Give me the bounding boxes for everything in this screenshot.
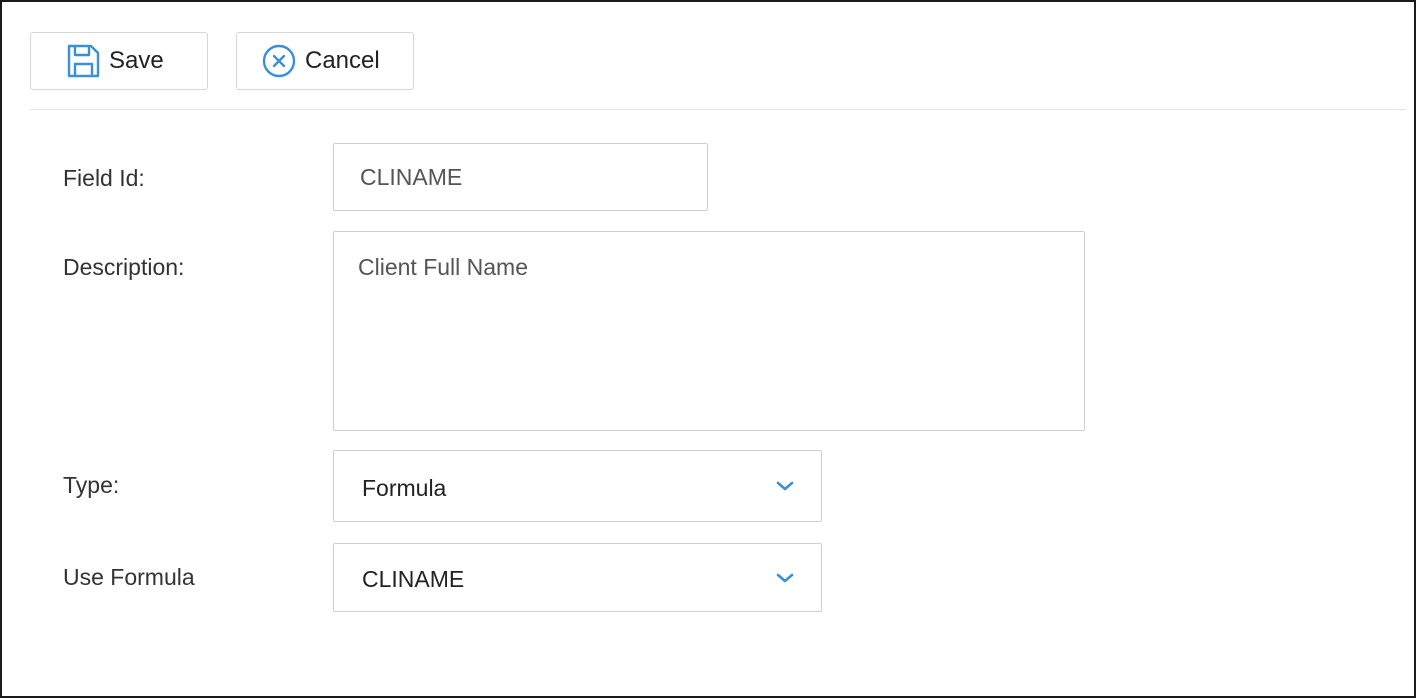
use-formula-select-value: CLINAME [362,566,465,592]
save-button[interactable]: Save [30,32,208,90]
use-formula-select[interactable]: CLINAME [333,543,822,612]
type-select-value: Formula [362,475,447,501]
toolbar: Save Cancel [30,32,414,94]
type-select[interactable]: Formula [333,450,822,522]
toolbar-divider [30,109,1406,110]
save-button-label: Save [109,47,164,74]
field-id-label: Field Id: [63,165,145,191]
chevron-down-icon [776,573,794,582]
description-value: Client Full Name [358,254,528,280]
form-panel: Save Cancel Field Id: CLINAME Descriptio… [0,0,1416,698]
use-formula-label: Use Formula [63,564,195,590]
cancel-button-label: Cancel [305,47,380,74]
type-label: Type: [63,472,120,498]
save-icon [65,43,101,79]
chevron-down-icon [776,481,794,491]
field-id-value: CLINAME [360,164,463,190]
cancel-button[interactable]: Cancel [236,32,414,90]
description-label: Description: [63,254,185,280]
close-circle-icon [261,43,297,79]
field-id-input[interactable]: CLINAME [333,143,708,211]
description-textarea[interactable]: Client Full Name [333,231,1085,431]
